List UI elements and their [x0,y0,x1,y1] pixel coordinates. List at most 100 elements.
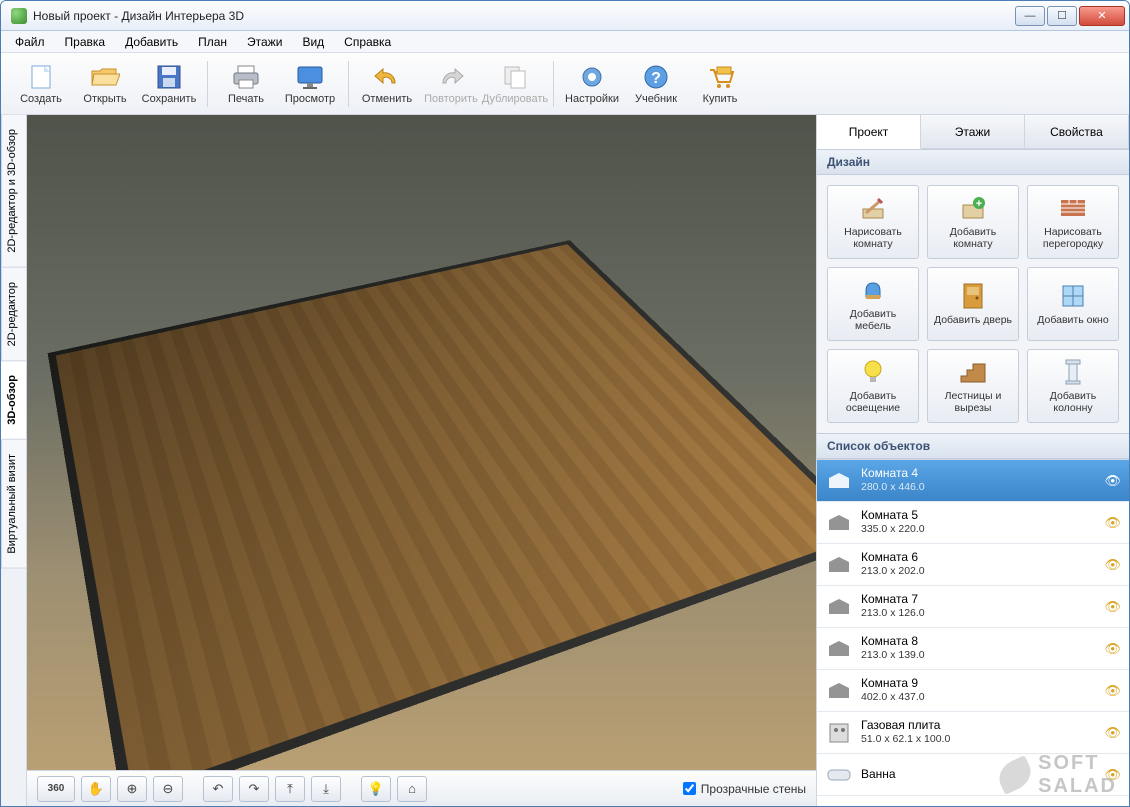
view-360-button[interactable]: 360 [37,776,75,802]
visibility-eye-icon[interactable]: 👁 [1104,515,1121,531]
pan-button[interactable]: ✋ [81,776,111,802]
home-view-button[interactable]: ⌂ [397,776,427,802]
chair-icon [858,276,888,304]
add-room-icon: + [958,194,988,222]
duplicate-icon [499,63,531,91]
save-icon [153,63,185,91]
preview-button[interactable]: Просмотр [278,57,342,111]
add-window-button[interactable]: Добавить окно [1027,267,1119,341]
tab-2d-editor[interactable]: 2D-редактор [1,268,26,361]
svg-text:+: + [976,198,982,210]
add-light-button[interactable]: Добавить освещение [827,349,919,423]
tilt-up-button[interactable]: ⤒ [275,776,305,802]
object-icon [825,761,853,789]
menu-file[interactable]: Файл [7,33,53,51]
lighting-button[interactable]: 💡 [361,776,391,802]
tab-project[interactable]: Проект [817,115,921,149]
tab-2d-3d-combo[interactable]: 2D-редактор и 3D-обзор [1,115,26,268]
visibility-eye-icon[interactable]: 👁 [1104,767,1121,783]
print-button[interactable]: Печать [214,57,278,111]
object-dimensions: 213.0 x 139.0 [861,649,1104,662]
tab-virtual-visit[interactable]: Виртуальный визит [1,440,26,569]
save-button[interactable]: Сохранить [137,57,201,111]
menu-plan[interactable]: План [190,33,235,51]
view-toolbar: 360 ✋ ⊕ ⊖ ↶ ↷ ⤒ ⤓ 💡 ⌂ Прозрачные стены [27,770,816,806]
design-section-header: Дизайн [817,149,1129,175]
add-room-button[interactable]: +Добавить комнату [927,185,1019,259]
body-area: Виртуальный визит 3D-обзор 2D-редактор 2… [1,115,1129,806]
object-name: Газовая плита [861,718,1104,733]
menu-view[interactable]: Вид [294,33,332,51]
zoom-in-button[interactable]: ⊕ [117,776,147,802]
create-button[interactable]: Создать [9,57,73,111]
tab-floors[interactable]: Этажи [921,115,1025,148]
settings-button[interactable]: Настройки [560,57,624,111]
tab-3d-view[interactable]: 3D-обзор [1,361,26,440]
buy-button[interactable]: Купить [688,57,752,111]
minimize-button[interactable]: — [1015,6,1045,26]
redo-icon [435,63,467,91]
tab-properties[interactable]: Свойства [1025,115,1129,148]
object-icon [825,551,853,579]
open-button[interactable]: Открыть [73,57,137,111]
object-dimensions: 213.0 x 126.0 [861,607,1104,620]
object-icon [825,719,853,747]
object-item[interactable]: Комната 4280.0 x 446.0👁 [817,460,1129,502]
object-icon [825,677,853,705]
visibility-eye-icon[interactable]: 👁 [1104,683,1121,699]
object-icon [825,635,853,663]
undo-button[interactable]: Отменить [355,57,419,111]
visibility-eye-icon[interactable]: 👁 [1104,725,1121,741]
object-item[interactable]: Комната 7213.0 x 126.0👁 [817,586,1129,628]
duplicate-button[interactable]: Дублировать [483,57,547,111]
menu-floors[interactable]: Этажи [239,33,290,51]
visibility-eye-icon[interactable]: 👁 [1104,473,1121,489]
object-item[interactable]: Комната 6213.0 x 202.0👁 [817,544,1129,586]
rotate-left-button[interactable]: ↶ [203,776,233,802]
close-button[interactable]: ✕ [1079,6,1125,26]
zoom-in-icon: ⊕ [127,781,138,797]
object-item[interactable]: Комната 9402.0 x 437.0👁 [817,670,1129,712]
svg-text:?: ? [651,70,661,87]
object-item[interactable]: Газовая плита51.0 x 62.1 x 100.0👁 [817,712,1129,754]
object-name: Комната 8 [861,634,1104,649]
object-icon [825,467,853,495]
3d-canvas[interactable] [27,115,816,770]
add-furniture-button[interactable]: Добавить мебель [827,267,919,341]
draw-room-button[interactable]: Нарисовать комнату [827,185,919,259]
home-icon: ⌂ [408,781,416,796]
object-item[interactable]: Комната 8213.0 x 139.0👁 [817,628,1129,670]
add-column-button[interactable]: Добавить колонну [1027,349,1119,423]
object-item[interactable]: Комната 5335.0 x 220.0👁 [817,502,1129,544]
menu-add[interactable]: Добавить [117,33,186,51]
menu-edit[interactable]: Правка [57,33,114,51]
object-list[interactable]: SOFT SALAD Комната 4280.0 x 446.0👁Комнат… [817,459,1129,806]
menu-help[interactable]: Справка [336,33,399,51]
draw-partition-button[interactable]: Нарисовать перегородку [1027,185,1119,259]
rotate-right-button[interactable]: ↷ [239,776,269,802]
maximize-button[interactable]: ☐ [1047,6,1077,26]
monitor-icon [294,63,326,91]
transparent-walls-check[interactable]: Прозрачные стены [683,782,806,796]
app-icon [11,8,27,24]
bulb-icon: 💡 [368,781,384,797]
stairs-button[interactable]: Лестницы и вырезы [927,349,1019,423]
zoom-out-icon: ⊖ [163,781,174,797]
tilt-down-button[interactable]: ⤓ [311,776,341,802]
visibility-eye-icon[interactable]: 👁 [1104,641,1121,657]
object-name: Комната 9 [861,676,1104,691]
pencil-room-icon [858,194,888,222]
visibility-eye-icon[interactable]: 👁 [1104,599,1121,615]
object-name: Комната 5 [861,508,1104,523]
transparent-walls-checkbox[interactable] [683,782,696,795]
window-title: Новый проект - Дизайн Интерьера 3D [33,9,1015,23]
redo-button[interactable]: Повторить [419,57,483,111]
titlebar: Новый проект - Дизайн Интерьера 3D — ☐ ✕ [1,1,1129,31]
visibility-eye-icon[interactable]: 👁 [1104,557,1121,573]
zoom-out-button[interactable]: ⊖ [153,776,183,802]
object-item[interactable]: Ванна👁 [817,754,1129,796]
tutorial-button[interactable]: ?Учебник [624,57,688,111]
add-door-button[interactable]: Добавить дверь [927,267,1019,341]
object-name: Комната 4 [861,466,1104,481]
folder-open-icon [89,63,121,91]
